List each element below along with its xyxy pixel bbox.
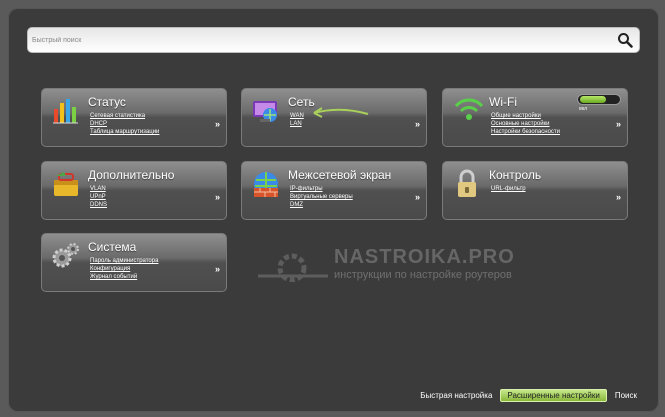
toolbox-icon: [54, 172, 78, 196]
more-arrow[interactable]: »: [616, 119, 621, 129]
tile-title: Контроль: [489, 168, 542, 182]
tile-system[interactable]: Система Пароль администратора Конфигурац…: [41, 233, 227, 292]
link-wifi-general[interactable]: Общие настройки: [491, 112, 560, 120]
link-lan[interactable]: LAN: [290, 120, 304, 128]
link-wifi-basic[interactable]: Основные настройки: [491, 120, 560, 128]
more-arrow[interactable]: »: [415, 119, 420, 129]
tile-title: Система: [88, 240, 137, 254]
tile-status[interactable]: Статус Сетевая статистика DHCP Таблица м…: [41, 88, 227, 147]
tile-additional[interactable]: Дополнительно VLAN UPnP DDNS »: [41, 161, 227, 220]
tile-title: Межсетевой экран: [288, 168, 392, 182]
footer-nav: Быстрая настройка Расширенные настройки …: [420, 389, 637, 402]
link-url-filter[interactable]: URL-фильтр: [491, 185, 526, 193]
watermark-title: NASTROIKA.PRO: [334, 246, 515, 268]
more-arrow[interactable]: »: [415, 192, 420, 202]
link-upnp[interactable]: UPnP: [90, 193, 107, 201]
more-arrow[interactable]: »: [616, 192, 621, 202]
tile-control[interactable]: Контроль URL-фильтр »: [442, 161, 628, 220]
link-dmz[interactable]: DMZ: [290, 201, 353, 209]
tile-title: Статус: [88, 95, 126, 109]
search-input[interactable]: [32, 30, 592, 50]
more-arrow[interactable]: »: [215, 264, 220, 274]
watermark: NASTROIKA.PRO инструкции по настройке ро…: [258, 246, 548, 286]
tile-firewall[interactable]: Межсетевой экран IP-фильтры Виртуальные …: [241, 161, 427, 220]
toggle-label: вкл: [579, 106, 587, 112]
link-wan[interactable]: WAN: [290, 112, 304, 120]
footer-search-button[interactable]: Поиск: [615, 391, 637, 400]
wifi-icon: [454, 98, 483, 120]
link-virtual-servers[interactable]: Виртуальные серверы: [290, 193, 353, 201]
link-vlan[interactable]: VLAN: [90, 185, 107, 193]
padlock-icon: [458, 169, 476, 197]
bar-chart-icon: [53, 99, 78, 124]
quick-setup-button[interactable]: Быстрая настройка: [420, 391, 492, 400]
search-icon[interactable]: [617, 32, 633, 48]
link-ip-filters[interactable]: IP-фильтры: [290, 185, 353, 193]
advanced-settings-button[interactable]: Расширенные настройки: [500, 389, 607, 402]
firewall-icon: [254, 172, 278, 197]
wifi-toggle[interactable]: [577, 94, 621, 105]
link-configuration[interactable]: Конфигурация: [90, 265, 158, 273]
gears-icon: [52, 243, 79, 268]
link-ddns[interactable]: DDNS: [90, 201, 107, 209]
link-event-log[interactable]: Журнал событий: [90, 273, 158, 281]
tile-title: Дополнительно: [88, 168, 175, 182]
more-arrow[interactable]: »: [215, 192, 220, 202]
more-arrow[interactable]: »: [215, 119, 220, 129]
annotation-arrow-icon: [313, 107, 369, 118]
watermark-subtitle: инструкции по настройке роутеров: [334, 269, 512, 281]
tile-title: Wi-Fi: [489, 95, 517, 109]
watermark-gear-icon: [258, 253, 328, 282]
tile-wifi[interactable]: Wi-Fi вкл Общие настройки Основные настр…: [442, 88, 628, 147]
network-monitor-icon: [253, 101, 277, 122]
link-admin-password[interactable]: Пароль администратора: [90, 257, 158, 265]
link-network-stats[interactable]: Сетевая статистика: [90, 112, 159, 120]
link-wifi-security[interactable]: Настройки безопасности: [491, 128, 560, 136]
toggle-knob: [580, 96, 606, 103]
quick-search-bar[interactable]: [27, 27, 640, 53]
link-dhcp[interactable]: DHCP: [90, 120, 159, 128]
link-routing-table[interactable]: Таблица маршрутизации: [90, 128, 159, 136]
